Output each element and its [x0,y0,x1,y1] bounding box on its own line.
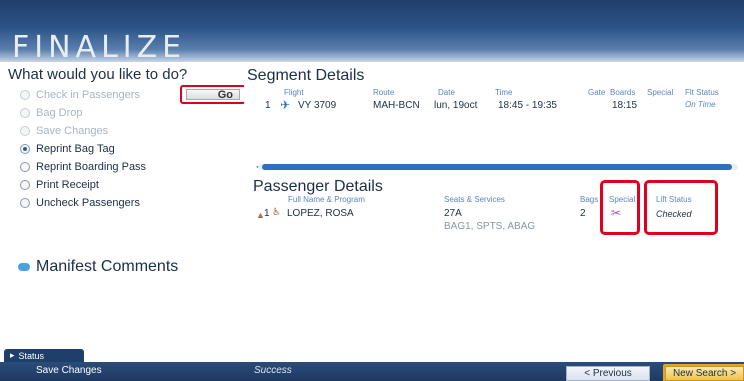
header-bags: Bags [580,195,599,204]
segment-status: On Time [685,100,716,109]
status-tab[interactable]: ▸ Status [4,349,84,362]
option-label: Save Changes [36,125,109,137]
status-tab-label: Status [18,350,45,361]
new-search-button[interactable]: New Search > [663,364,744,381]
passenger-bags: 2 [580,208,586,219]
segment-index: 1 [265,100,271,111]
segment-flight[interactable]: VY 3709 [298,100,336,111]
radio-button[interactable] [20,126,30,136]
radio-button[interactable] [20,198,30,208]
status-result: Success [254,365,292,376]
chevron-right-icon: ▸ [10,350,15,360]
passenger-index: 1 [264,208,270,219]
option-label: Reprint Boarding Pass [36,161,147,173]
radio-button[interactable] [20,162,30,172]
option-check-in-passengers[interactable]: Check in Passengers [20,87,140,103]
segment-route: MAH-BCN [373,100,420,111]
action-panel-title: What would you like to do? [8,66,188,83]
header-flt-status: Flt Status [685,88,719,97]
option-save-changes[interactable]: Save Changes [20,123,108,139]
header-boards: Boards [610,88,636,97]
option-reprint-bag-tag[interactable]: Reprint Bag Tag [20,141,115,157]
comment-icon [18,263,30,271]
manifest-comments-title: Manifest Comments [36,258,179,275]
option-print-receipt[interactable]: Print Receipt [20,177,99,193]
radio-button[interactable] [20,144,30,154]
passenger-details-title: Passenger Details [253,178,383,195]
header-date: Date [438,88,455,97]
plane-icon: ✈ [280,98,291,112]
radio-button[interactable] [20,180,30,190]
option-label: Uncheck Passengers [36,197,140,209]
option-bag-drop[interactable]: Bag Drop [20,105,82,121]
radio-button[interactable] [20,108,30,118]
option-uncheck-passengers[interactable]: Uncheck Passengers [20,195,140,211]
option-label: Bag Drop [36,107,83,119]
segment-time: 18:45 - 19:35 [498,100,557,111]
status-action: Save Changes [36,365,102,376]
radio-button[interactable] [20,90,30,100]
previous-button[interactable]: < Previous [566,366,650,381]
page-title: FINALIZE [12,30,187,65]
passenger-seat: 27A [444,208,462,219]
passenger-type-icon: ♿ [272,207,281,218]
header-seats-services: Seats & Services [444,195,505,204]
option-label: Check in Passengers [36,89,140,101]
header-special: Special [647,88,674,97]
horizontal-scrollbar[interactable] [258,164,738,170]
passenger-name[interactable]: LOPEZ, ROSA [287,208,354,219]
go-button-highlight: Go [180,85,246,104]
option-label: Print Receipt [36,179,99,191]
go-button[interactable]: Go [186,89,240,101]
segment-details-title: Segment Details [247,67,365,84]
option-reprint-boarding-pass[interactable]: Reprint Boarding Pass [20,159,146,175]
scrollbar-thumb[interactable] [262,164,732,170]
header-route: Route [373,88,395,97]
header-flight: Flight [284,88,304,97]
header-full-name: Full Name & Program [288,195,365,204]
lift-status-highlight [644,180,718,235]
passenger-services: BAG1, SPTS, ABAG [444,221,536,232]
segment-boards: 18:15 [612,100,638,111]
manifest-comments[interactable]: Manifest Comments [18,258,178,276]
option-label: Reprint Bag Tag [36,143,115,155]
header-banner: FINALIZE [0,0,744,65]
header-time: Time [495,88,513,97]
segment-date: lun, 19oct [434,100,478,111]
header-gate: Gate [588,88,606,97]
special-column-highlight [600,180,640,235]
